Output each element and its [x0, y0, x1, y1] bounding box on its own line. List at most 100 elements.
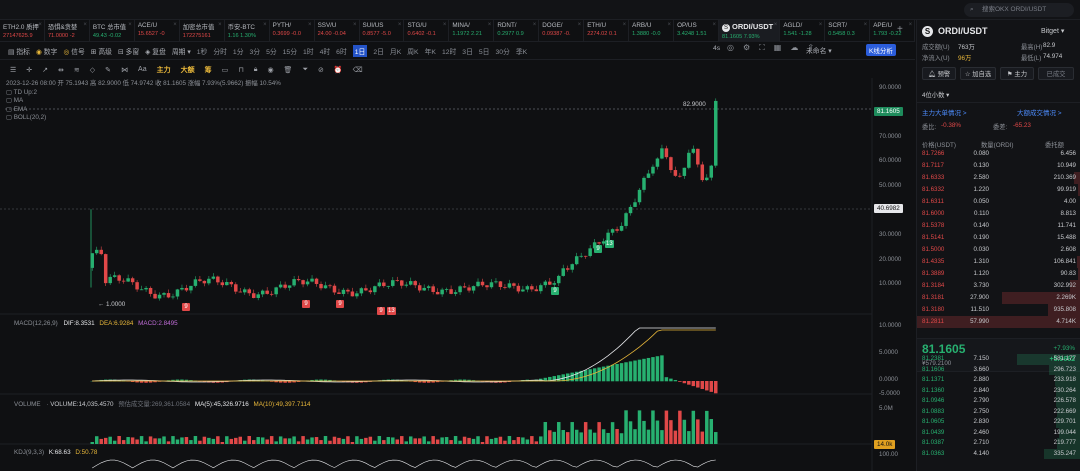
timeframe-tab[interactable]: 月K [390, 46, 401, 56]
tool-label-main[interactable]: 主力 [157, 65, 171, 75]
filter-icon[interactable]: ⏷ [302, 66, 308, 74]
tool-label-large[interactable]: 大额 [181, 65, 195, 75]
delete-icon[interactable]: ⌫ [353, 66, 363, 74]
close-icon[interactable]: × [774, 22, 778, 28]
timeframe-tab[interactable]: 1秒 [197, 46, 208, 56]
toolbar-advanced[interactable]: ⊞ 高级 [91, 46, 112, 56]
close-icon[interactable]: × [308, 22, 312, 28]
draw-pattern-icon[interactable]: ⋈ [121, 66, 128, 74]
orderbook-row[interactable]: 81.3184 3.730 302.992 [917, 280, 1080, 292]
lock-icon[interactable]: 🔒︎ [254, 66, 258, 74]
main-force-button[interactable]: ⚑ 主力 [1000, 67, 1034, 80]
ticker-tab[interactable]: MINA/1.1972 2.21 × [449, 20, 495, 42]
draw-brush-icon[interactable]: ✎ [105, 66, 111, 74]
ticker-tab[interactable]: S ORDI/USDT 81.1605 7.93% × [719, 20, 781, 42]
fullscreen-icon[interactable]: ⛶ [759, 43, 765, 53]
draw-shape-icon[interactable]: ◇ [90, 66, 95, 74]
draw-cross-icon[interactable]: ✛ [26, 66, 32, 74]
toolbar-multiwindow[interactable]: ⊟ 多窗 [118, 46, 139, 56]
close-icon[interactable]: × [819, 22, 823, 28]
indicator-boll[interactable]: ▢ BOLL(20,2) [6, 114, 281, 123]
close-icon[interactable]: × [712, 22, 716, 28]
favorite-button[interactable]: ☆ 加自选 [960, 67, 996, 80]
close-icon[interactable]: × [83, 22, 87, 28]
big-trade-link[interactable]: 大额成交情况 > [1017, 107, 1062, 117]
ticker-tab[interactable]: 恐惧&贪婪 71.0000 -2 × [45, 20, 90, 42]
orderbook-row[interactable]: 81.3181 27.900 2.269K [917, 292, 1080, 304]
timeframe-tab[interactable]: 季K [516, 46, 527, 56]
orderbook-row[interactable]: 81.0363 4.140 335.247 [917, 448, 1080, 459]
close-icon[interactable]: × [443, 22, 447, 28]
add-tab-icon[interactable]: + [897, 24, 903, 35]
close-icon[interactable]: × [263, 22, 267, 28]
ruler-icon[interactable]: ▭ [222, 66, 229, 74]
close-icon[interactable]: × [864, 22, 868, 28]
timeframe-tab[interactable]: 分时 [213, 46, 227, 56]
ticker-tab[interactable]: DOGE/0.09387 -0. × [539, 20, 585, 42]
orderbook-row[interactable]: 81.7117 0.130 10.949 [917, 160, 1080, 172]
close-icon[interactable]: × [173, 22, 177, 28]
indicator-ma[interactable]: ▢ MA [6, 97, 281, 106]
ticker-tab[interactable]: SSV/U 24.00 -0.04 × [315, 20, 360, 42]
cloud-icon[interactable]: ☁ [790, 43, 798, 53]
draw-hline-icon[interactable]: ⇹ [58, 66, 64, 74]
orderbook-row[interactable]: 81.2811 57.990 4.714K [917, 316, 1080, 328]
ticker-tab[interactable]: APE/U 1.793 -0.22 × [870, 20, 916, 42]
close-icon[interactable]: × [533, 22, 537, 28]
toolbar-signal[interactable]: ◎ 信号 [63, 46, 84, 56]
indicator-td[interactable]: ▢ TD Up:2 [6, 89, 281, 98]
orderbook-row[interactable]: 81.0439 2.460 199.044 [917, 427, 1080, 438]
chart-area[interactable] [0, 78, 915, 471]
orderbook-row[interactable]: 81.1606 3.660 296.723 [917, 364, 1080, 375]
timeframe-tab[interactable]: 1分 [233, 46, 244, 56]
orderbook-row[interactable]: 81.2381 7.150 581.177 [917, 354, 1080, 365]
orderbook-row[interactable]: 81.6333 2.580 210.369 [917, 172, 1080, 184]
close-icon[interactable]: × [38, 22, 42, 28]
timeframe-tab[interactable]: 4时 [320, 46, 331, 56]
timeframe-tab[interactable]: 年K [425, 46, 436, 56]
eye-icon[interactable]: ◉ [267, 66, 273, 74]
timeframe-tab[interactable]: 12时 [442, 46, 456, 56]
gear-icon[interactable]: ⚙ [743, 43, 750, 53]
close-icon[interactable]: × [398, 22, 402, 28]
orderbook-row[interactable]: 81.4335 1.310 106.841 [917, 256, 1080, 268]
indicator-ema[interactable]: ▢ EMA [6, 106, 281, 115]
ticker-tab[interactable]: AGLD/1.541 -1.28 × [780, 20, 826, 42]
orderbook-row[interactable]: 81.0946 2.790 226.578 [917, 396, 1080, 407]
layout-icon[interactable]: ▦ [774, 43, 782, 53]
draw-ray-icon[interactable]: ↗ [42, 66, 48, 74]
ticker-tab[interactable]: SUI/US 0.8577 -5.0 × [360, 20, 405, 42]
ticker-tab[interactable]: 加密总市值 172275161 × [180, 20, 225, 42]
orderbook-row[interactable]: 81.5378 0.140 11.741 [917, 220, 1080, 232]
toolbar-digits[interactable]: ◉ 数字 [36, 46, 57, 56]
orderbook-row[interactable]: 81.6000 0.110 8.813 [917, 208, 1080, 220]
close-icon[interactable]: × [218, 22, 222, 28]
trash-icon[interactable]: 🗑︎ [284, 66, 293, 74]
timeframe-tab[interactable]: 1日 [352, 44, 368, 57]
orderbook-row[interactable]: 81.0387 2.710 219.777 [917, 438, 1080, 449]
timeframe-tab[interactable]: 周K [407, 46, 418, 56]
kline-analysis-button[interactable]: K线分析 [866, 44, 896, 56]
ticker-tab[interactable]: ETH2.0 质押 27147625.9 × [0, 20, 45, 42]
tool-label-chip[interactable]: 筹 [205, 65, 212, 75]
orderbook-row[interactable]: 81.5000 0.030 2.608 [917, 244, 1080, 256]
timeframe-tab[interactable]: 2日 [373, 46, 384, 56]
timeframe-tab[interactable]: 5日 [479, 46, 490, 56]
exchange-select[interactable]: Bitget ▾ [1041, 27, 1064, 35]
orderbook-row[interactable]: 81.6311 0.050 4.00 [917, 196, 1080, 208]
ticker-tab[interactable]: PYTH/0.3699 -0.0 × [270, 20, 315, 42]
ticker-tab[interactable]: STG/U 0.6402 -0.1 × [404, 20, 450, 42]
timeframe-tab[interactable]: 5分 [266, 46, 277, 56]
orderbook-row[interactable]: 81.1360 2.840 230.264 [917, 385, 1080, 396]
toolbar-replay[interactable]: ◈ 复盘 [145, 46, 166, 56]
close-icon[interactable]: × [668, 22, 672, 28]
draw-fib-icon[interactable]: ≋ [74, 66, 80, 74]
layout-select[interactable]: 未命名 ▾ [806, 45, 832, 55]
draw-text-icon[interactable]: Aa [138, 66, 147, 73]
decimals-select[interactable]: 4位小数 ▾ [922, 90, 949, 99]
ticker-tab[interactable]: 币安-BTC 1.16 1.30% × [225, 20, 270, 42]
orderbook-row[interactable]: 81.5141 0.190 15.488 [917, 232, 1080, 244]
ticker-tab[interactable]: BTC 总市值 49.43 -0.02 × [90, 20, 135, 42]
big-order-link[interactable]: 主力大单情况 > [922, 107, 967, 117]
orderbook-row[interactable]: 81.3180 11.510 935.808 [917, 304, 1080, 316]
